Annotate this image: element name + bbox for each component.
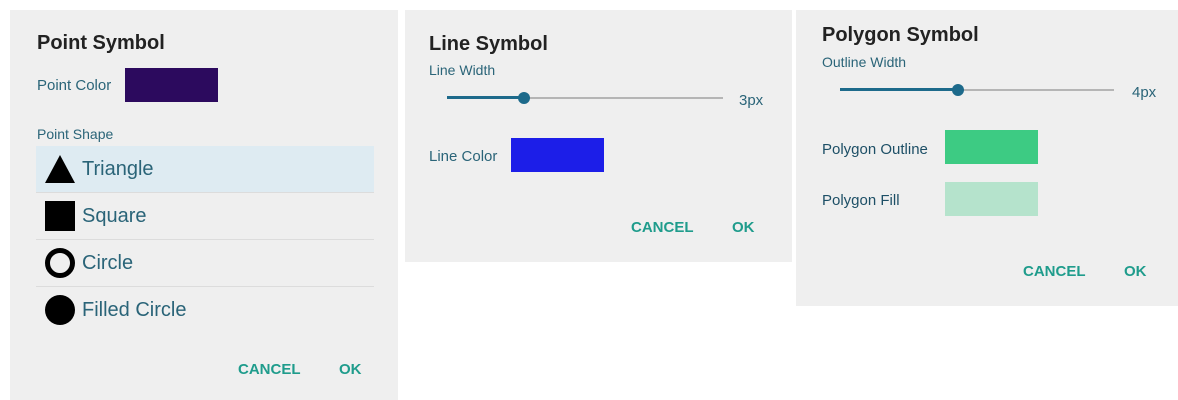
point-symbol-dialog: Point Symbol Point Color Point Shape Tri… bbox=[10, 10, 398, 400]
filled-circle-icon bbox=[45, 295, 75, 325]
polygon-outline-label: Polygon Outline bbox=[822, 141, 928, 158]
outline-width-label: Outline Width bbox=[822, 54, 907, 70]
triangle-icon bbox=[45, 155, 75, 183]
slider-fill bbox=[840, 88, 958, 91]
polygon-symbol-dialog: Polygon Symbol Outline Width 4px Polygon… bbox=[796, 10, 1178, 306]
line-symbol-dialog: Line Symbol Line Width 3px Line Color CA… bbox=[405, 10, 792, 262]
cancel-button[interactable]: CANCEL bbox=[238, 361, 301, 378]
slider-fill bbox=[447, 96, 524, 99]
cancel-button[interactable]: CANCEL bbox=[1023, 263, 1086, 280]
square-icon bbox=[45, 201, 75, 231]
point-color-label: Point Color bbox=[37, 77, 112, 94]
shape-option-triangle[interactable]: Triangle bbox=[36, 146, 374, 193]
shape-option-square[interactable]: Square bbox=[36, 193, 374, 240]
ok-button[interactable]: OK bbox=[732, 219, 755, 236]
shape-option-circle[interactable]: Circle bbox=[36, 240, 374, 287]
dialog-title: Line Symbol bbox=[429, 33, 548, 55]
line-width-slider[interactable] bbox=[447, 88, 723, 108]
dialog-title: Point Symbol bbox=[37, 32, 165, 54]
line-width-label: Line Width bbox=[429, 62, 496, 78]
shape-option-label: Square bbox=[82, 205, 147, 227]
outline-width-value: 4px bbox=[1132, 84, 1157, 101]
shape-option-filled-circle[interactable]: Filled Circle bbox=[36, 287, 374, 333]
ok-button[interactable]: OK bbox=[339, 361, 362, 378]
polygon-fill-swatch[interactable] bbox=[945, 182, 1038, 216]
outline-width-slider[interactable] bbox=[840, 80, 1114, 100]
shape-option-label: Triangle bbox=[82, 158, 154, 180]
polygon-fill-label: Polygon Fill bbox=[822, 192, 900, 209]
circle-outline-icon bbox=[45, 248, 75, 278]
slider-thumb[interactable] bbox=[952, 84, 964, 96]
line-width-value: 3px bbox=[739, 92, 764, 109]
line-color-label: Line Color bbox=[429, 148, 498, 165]
slider-thumb[interactable] bbox=[518, 92, 530, 104]
cancel-button[interactable]: CANCEL bbox=[631, 219, 694, 236]
point-color-swatch[interactable] bbox=[125, 68, 218, 102]
line-color-swatch[interactable] bbox=[511, 138, 604, 172]
polygon-outline-swatch[interactable] bbox=[945, 130, 1038, 164]
shape-option-label: Circle bbox=[82, 252, 134, 274]
dialog-title: Polygon Symbol bbox=[822, 24, 979, 46]
ok-button[interactable]: OK bbox=[1124, 263, 1147, 280]
point-shape-label: Point Shape bbox=[37, 126, 114, 142]
shape-option-label: Filled Circle bbox=[82, 299, 187, 321]
